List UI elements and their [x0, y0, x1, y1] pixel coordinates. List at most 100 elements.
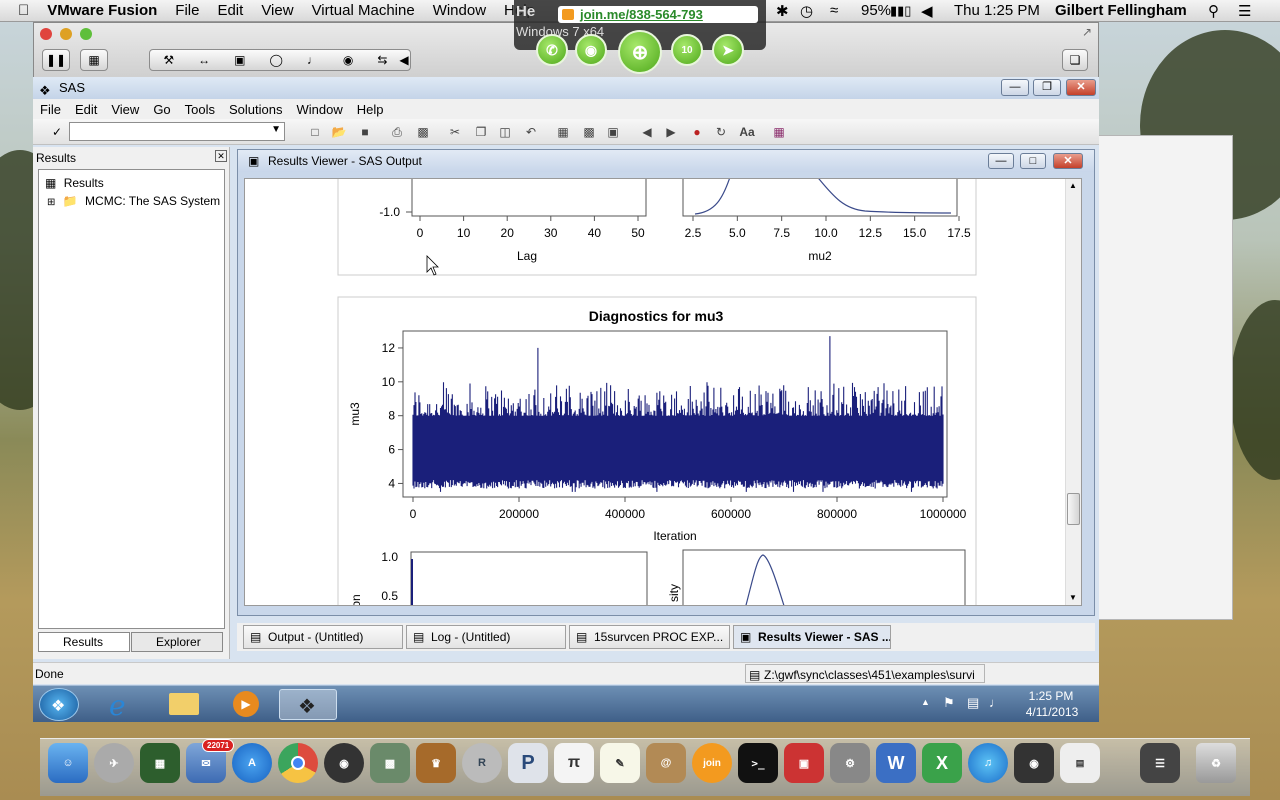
battery-percent[interactable]: 95% [861, 2, 891, 19]
paste-icon[interactable]: ◫ [497, 124, 513, 140]
sas-menu-tools[interactable]: Tools [178, 102, 222, 117]
taskbar-media[interactable]: ▶ [219, 689, 273, 720]
snapshot-button[interactable]: ▦ [80, 49, 108, 71]
sas-menu-help[interactable]: Help [350, 102, 391, 117]
tray-expand-icon[interactable]: ▲ [921, 697, 930, 707]
submit-check-icon[interactable]: ✓ [49, 124, 65, 140]
command-box[interactable]: ▼ [69, 122, 285, 141]
menubar-virtual-machine[interactable]: Virtual Machine [303, 2, 424, 19]
new-icon[interactable]: □ [307, 124, 323, 140]
document-icon[interactable]: ▤ [1060, 743, 1100, 783]
refresh-icon[interactable]: ↻ [713, 124, 729, 140]
app-store-icon[interactable]: A [232, 743, 272, 783]
mail-icon[interactable]: ✉ 22071 [186, 739, 235, 783]
save-icon[interactable]: ■ [357, 124, 373, 140]
collapse-arrow-icon[interactable]: ◀ [399, 53, 408, 67]
resize-icon[interactable]: ↗ [1082, 25, 1092, 39]
stop-icon[interactable]: ● [689, 124, 705, 140]
command-dropdown-icon[interactable]: ▼ [271, 124, 281, 135]
explorer-icon[interactable]: ▩ [581, 124, 597, 140]
sas-minimize-button[interactable]: — [1001, 79, 1029, 96]
tab-results[interactable]: Results [38, 632, 130, 652]
sas-menu-edit[interactable]: Edit [68, 102, 104, 117]
settings-wrench-icon[interactable]: ⚒ [163, 53, 174, 67]
launchpad-icon[interactable]: ✈ [94, 743, 134, 783]
print-icon[interactable]: ⎙ [389, 124, 405, 140]
address-book-icon[interactable]: @ [646, 743, 686, 783]
print-preview-icon[interactable]: ▩ [415, 124, 431, 140]
virtualbox-icon[interactable]: ▣ [784, 743, 824, 783]
system-preferences-icon[interactable]: ⚙ [830, 743, 870, 783]
terminal-icon[interactable]: >_ [738, 743, 778, 783]
taskbar-clock-date[interactable]: 4/11/2013 [1017, 705, 1087, 719]
viewer-scrollbar[interactable]: ▲ ▼ [1065, 179, 1081, 605]
undo-icon[interactable]: ↶ [523, 124, 539, 140]
window-tab-program[interactable]: ▤ 15survcen PROC EXP... [569, 625, 730, 649]
cut-icon[interactable]: ✂ [447, 124, 463, 140]
finder-icon[interactable]: ☺ [48, 743, 88, 783]
menubar-view[interactable]: View [252, 2, 302, 19]
menubar-edit[interactable]: Edit [208, 2, 252, 19]
camera-icon[interactable]: ◉ [343, 53, 353, 67]
expand-plus-icon[interactable]: ⊞ [47, 197, 55, 208]
chrome-icon[interactable] [278, 743, 318, 783]
sas-menu-window[interactable]: Window [290, 102, 350, 117]
sound-icon[interactable]: ♩ [307, 53, 319, 67]
wifi-icon[interactable]: ≈ [830, 2, 838, 19]
word-icon[interactable]: W [876, 743, 916, 783]
textedit-icon[interactable]: ✎ [600, 743, 640, 783]
taskbar-ie[interactable]: e [95, 689, 149, 722]
results-icon[interactable]: ▣ [605, 124, 621, 140]
excel-icon[interactable]: X [922, 743, 962, 783]
itunes-icon[interactable]: ♫ [968, 743, 1008, 783]
help-book-icon[interactable]: ▦ [771, 124, 787, 140]
disk-icon[interactable]: ▣ [234, 53, 245, 67]
tree-item-mcmc[interactable]: ⊞ 📁 MCMC: The SAS System [47, 194, 220, 208]
fullscreen-button[interactable]: ❏ [1062, 49, 1088, 71]
network-icon[interactable]: ↔ [198, 53, 210, 67]
sas-menu-go[interactable]: Go [146, 102, 177, 117]
notification-icon[interactable]: ☰ [1238, 2, 1251, 20]
bluetooth-icon[interactable]: ✱ [776, 2, 789, 20]
gimp-icon[interactable]: ♛ [416, 743, 456, 783]
trash-icon[interactable]: ♻ [1196, 743, 1236, 783]
joinme-dock-icon[interactable]: join [692, 743, 732, 783]
camera-app-icon[interactable]: ◉ [1014, 743, 1054, 783]
joinme-url-text[interactable]: join.me/838-564-793 [580, 7, 703, 22]
sas-menu-file[interactable]: File [33, 102, 68, 117]
volume-tray-icon[interactable]: ♩ [989, 695, 1002, 710]
close-light-icon[interactable] [40, 28, 52, 40]
time-machine-icon[interactable]: ◷ [800, 2, 813, 20]
menubar-clock[interactable]: Thu 1:25 PM [954, 2, 1040, 19]
results-pane-close-icon[interactable]: ✕ [215, 150, 227, 162]
window-tab-results-viewer[interactable]: ▣ Results Viewer - SAS ... [733, 625, 891, 649]
taskbar-clock-time[interactable]: 1:25 PM [1023, 689, 1079, 703]
sas-maximize-button[interactable]: ❐ [1033, 79, 1061, 96]
usb-icon[interactable]: ⇆ [377, 53, 387, 67]
apple-icon[interactable]:  [0, 2, 38, 19]
participants-button[interactable]: 10 [671, 34, 703, 66]
menubar-app-name[interactable]: VMware Fusion [38, 2, 166, 19]
results-viewer-content[interactable]: -1.0 0 10 20 30 40 50 Lag 2.5 5.0 7.5 10.0 12.5 15… [244, 178, 1082, 606]
dashboard-icon[interactable]: ◉ [324, 743, 364, 783]
stack-icon[interactable]: ☰ [1140, 743, 1180, 783]
zoom-button[interactable]: ⊕ [618, 30, 662, 74]
viewer-minimize-button[interactable]: — [988, 153, 1014, 169]
font-icon[interactable]: Aa [739, 124, 755, 140]
latex-icon[interactable]: π [554, 743, 594, 783]
tree-root[interactable]: ▦ Results [45, 176, 104, 190]
sas-menu-solutions[interactable]: Solutions [222, 102, 289, 117]
open-icon[interactable]: 📂 [331, 124, 347, 140]
network-tray-icon[interactable]: ▤ [967, 695, 979, 711]
menubar-file[interactable]: File [166, 2, 208, 19]
r-icon[interactable]: R [462, 743, 502, 783]
copy-icon[interactable]: ❐ [473, 124, 489, 140]
cd-icon[interactable]: ◯ [269, 53, 282, 67]
preview-icon[interactable]: ▩ [370, 743, 410, 783]
joinme-url-field[interactable]: join.me/838-564-793 [558, 6, 758, 23]
zoom-light-icon[interactable] [80, 28, 92, 40]
volume-icon[interactable]: ◀ [921, 2, 933, 20]
battery-icon[interactable]: ▮▮▯ [890, 3, 911, 19]
vmware-fusion-icon[interactable]: ▦ [140, 743, 180, 783]
viewer-close-button[interactable]: ✕ [1053, 153, 1083, 169]
